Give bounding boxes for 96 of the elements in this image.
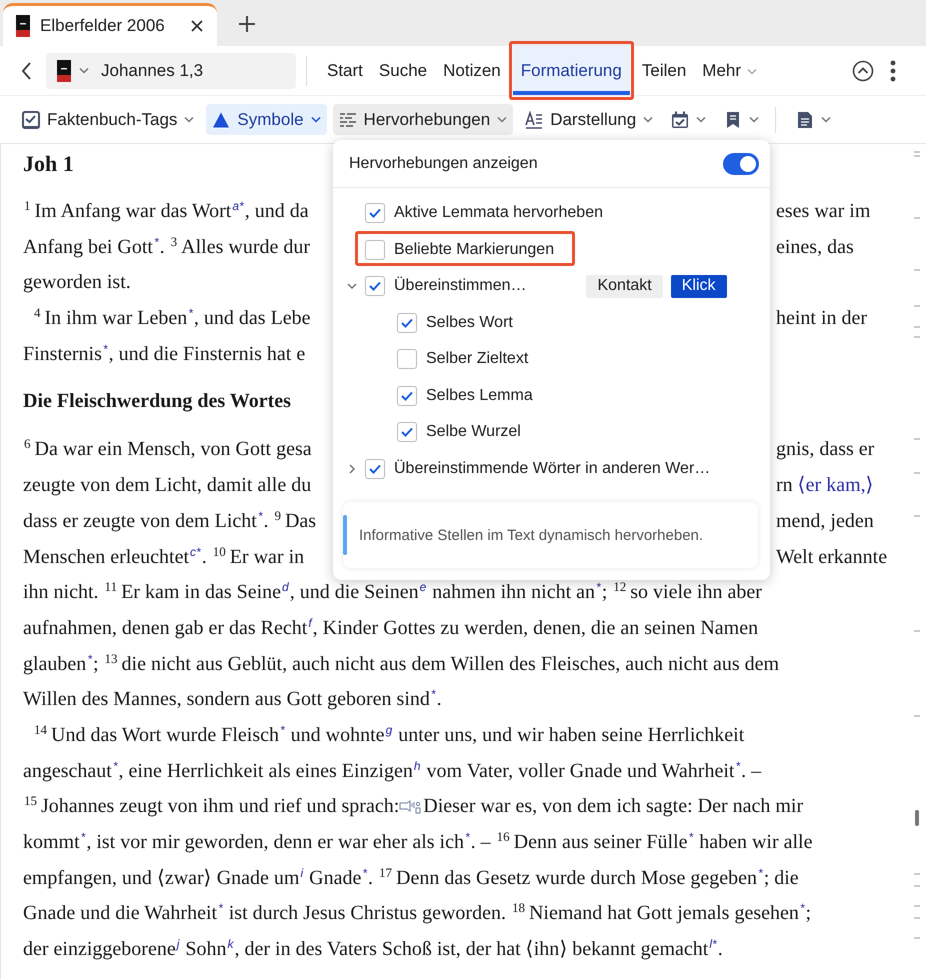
new-tab-button[interactable]: [236, 14, 257, 34]
plus-icon: [238, 16, 255, 32]
chevron-left-icon: [22, 62, 32, 80]
book-icon: [57, 60, 71, 82]
mode-button[interactable]: Klick: [670, 274, 727, 298]
toolbar-button[interactable]: Faktenbuch-Tags: [16, 104, 200, 135]
passage-text: rn ⟨er kam,⟩: [776, 473, 874, 498]
passage-text: angeschaut$^{*}$, eine Herrlichkeit als eines Einzigen$^{h}$ vom Vater, voller Gnade und Wahrheit$^{*}$. –: [23, 758, 762, 784]
checkbox[interactable]: [397, 386, 417, 406]
menu-tab[interactable]: Suche: [370, 46, 436, 95]
speech-icon: [399, 799, 422, 816]
passage-text: Menschen erleuchtet$^{c*}$. $^{10}$ Er war in: [23, 542, 304, 570]
menu-tab[interactable]: Formatierung: [512, 46, 630, 95]
passage-text: gnis, dass er: [776, 437, 874, 462]
calendar-check-icon: [671, 110, 690, 128]
checkbox[interactable]: [365, 276, 385, 296]
check-icon: [401, 427, 413, 438]
check-icon: [369, 281, 381, 292]
passage-text: empfangen, und ⟨zwar⟩ Gnade um$^{i}$ Gnade$^{*}$. $^{17}$ Denn das Gesetz wurde durch Mose gegeben$^{*}$; die: [23, 864, 799, 891]
toolbar-button[interactable]: Darstellung: [519, 104, 660, 135]
caret-icon: [747, 68, 758, 74]
mode-button[interactable]: Kontakt: [586, 274, 663, 298]
passage-text: eses war im: [776, 199, 870, 224]
chapter-heading: Joh 1: [23, 150, 74, 178]
passage-text: glauben$^{*}$; $^{13}$ die nicht aus Geblüt, auch nicht aus dem Willen des Fleisches, auch nicht aus dem: [23, 650, 780, 677]
passage-text: $^{14}$ Und das Wort wurde Fleisch$^{*}$ und wohnte$^{g}$ unter uns, und wir haben seine Herrlichkeit: [33, 720, 744, 748]
caret-icon: [643, 116, 654, 123]
option-label: Übereinstimmende Wörter in anderen Wer…: [394, 460, 710, 478]
passage-text: $^{15}$ Johannes zeugt von ihm und rief und sprach:: [23, 792, 400, 820]
toolbar-button[interactable]: Symbole: [206, 104, 327, 135]
option-label: Selber Zieltext: [426, 350, 528, 368]
text-format-icon: [525, 110, 544, 128]
chevron-right-icon[interactable]: [347, 464, 357, 474]
location-field[interactable]: Johannes 1,3: [46, 52, 296, 88]
check-icon: [369, 464, 381, 474]
check-icon: [401, 318, 413, 328]
option-label: Beliebte Markierungen: [394, 240, 554, 259]
option-label: Aktive Lemmata hervorheben: [394, 204, 603, 222]
check-icon: [401, 390, 413, 401]
checkbox[interactable]: [397, 349, 417, 370]
passage-text: zeugte von dem Licht, damit alle du: [23, 473, 312, 498]
document-tab[interactable]: Elberfelder 2006: [3, 3, 217, 46]
menu-tab[interactable]: Mehr: [694, 46, 766, 95]
toolbar-button[interactable]: Hervorhebungen: [332, 104, 514, 135]
checkbox[interactable]: [397, 422, 417, 442]
passage-text: Welt erkannte: [776, 544, 888, 570]
passage-text: eines, das: [776, 234, 854, 260]
caret-icon: [497, 116, 508, 123]
section-heading: Die Fleischwerdung des Wortes: [23, 389, 291, 414]
info-text: Informative Stellen im Text dynamisch hervorheben.: [359, 526, 704, 546]
passage-text: kommt$^{*}$, ist vor mir geworden, denn er war eher als ich$^{*}$. – $^{16}$ Denn aus seiner Fülle$^{*}$ haben wir alle: [23, 828, 812, 855]
passage-text: ihn nicht. $^{11}$ Er kam in das Seine$^{d}$, und die Seinen$^{e}$ nahmen ihn nicht an$^{*}$; $^{12}$ so viele ihn aber: [23, 578, 762, 606]
caret-icon: [749, 116, 760, 123]
close-tab-button[interactable]: [188, 18, 205, 34]
kebab-icon: [890, 60, 896, 82]
passage-text: $^{1}$ Im Anfang war das Wort$^{a*}$, und da: [23, 197, 309, 224]
chevron-down-icon[interactable]: [347, 281, 357, 292]
checkbox[interactable]: [365, 240, 385, 260]
caret-icon: [821, 116, 832, 123]
passage-text: $^{6}$ Da war ein Mensch, von Gott gesa: [23, 435, 312, 462]
check-icon: [369, 208, 381, 218]
passage-text: Gnade und die Wahrheit$^{*}$ ist durch Jesus Christus geworden. $^{18}$ Niemand hat Gott jemals gesehen$^{*}$;: [23, 899, 812, 926]
menu-tab[interactable]: Notizen: [435, 46, 509, 95]
book-icon: [16, 15, 30, 37]
checkbox-icon: [22, 110, 40, 128]
option-label: Selbes Wort: [426, 314, 513, 332]
caret-icon: [184, 116, 194, 123]
close-icon: [190, 20, 203, 32]
passage-text: dass er zeugte von dem Licht$^{*}$. $^{9}$ Das: [23, 506, 316, 534]
passage-text: Willen des Mannes, sondern aus Gott geboren sind$^{*}$.: [23, 686, 442, 712]
passage-text: mend, jeden: [776, 508, 874, 534]
passage-text: Finsternis$^{*}$, und die Finsternis hat e: [23, 340, 306, 367]
checkbox[interactable]: [365, 458, 385, 479]
passage-text: Anfang bei Gott$^{*}$. $^{3}$ Alles wurde dur: [23, 232, 310, 260]
option-label: Selbe Wurzel: [426, 423, 521, 442]
popup-title: Hervorhebungen anzeigen: [349, 154, 538, 172]
toggle-switch[interactable]: [723, 152, 759, 174]
checkbox[interactable]: [397, 312, 417, 333]
menu-tab[interactable]: Start: [319, 46, 371, 95]
passage-text: heint in der: [776, 306, 868, 332]
caret-icon: [310, 116, 321, 123]
option-label: Übereinstimmen…: [394, 277, 526, 296]
chevron-up-circle-icon: [852, 60, 874, 82]
passage-text: $^{4}$ In ihm war Leben$^{*}$, und das Lebe: [33, 304, 311, 332]
caret-icon: [696, 116, 706, 123]
document-icon: [796, 110, 814, 128]
passage-text: der einziggeborene$^{j}$ Sohn$^{k}$, der in des Vaters Schoß ist, der hat ⟨ihn⟩ bekannt gemacht$^{l*}$.: [23, 936, 723, 962]
passage-text: geworden ist.: [23, 270, 131, 296]
caret-icon: [79, 67, 89, 74]
menu-tab[interactable]: Teilen: [634, 46, 694, 95]
passage-text: aufnahmen, denen gab er das Recht$^{f}$, Kinder Gottes zu werden, denen, die an seinen Namen: [23, 614, 758, 641]
option-label: Selbes Lemma: [426, 386, 533, 405]
passage-text: Dieser war es, von dem ich sagte: Der nach mir: [423, 794, 804, 820]
checkbox[interactable]: [365, 203, 385, 224]
lines-icon: [338, 110, 357, 128]
triangle-icon: [212, 110, 230, 128]
